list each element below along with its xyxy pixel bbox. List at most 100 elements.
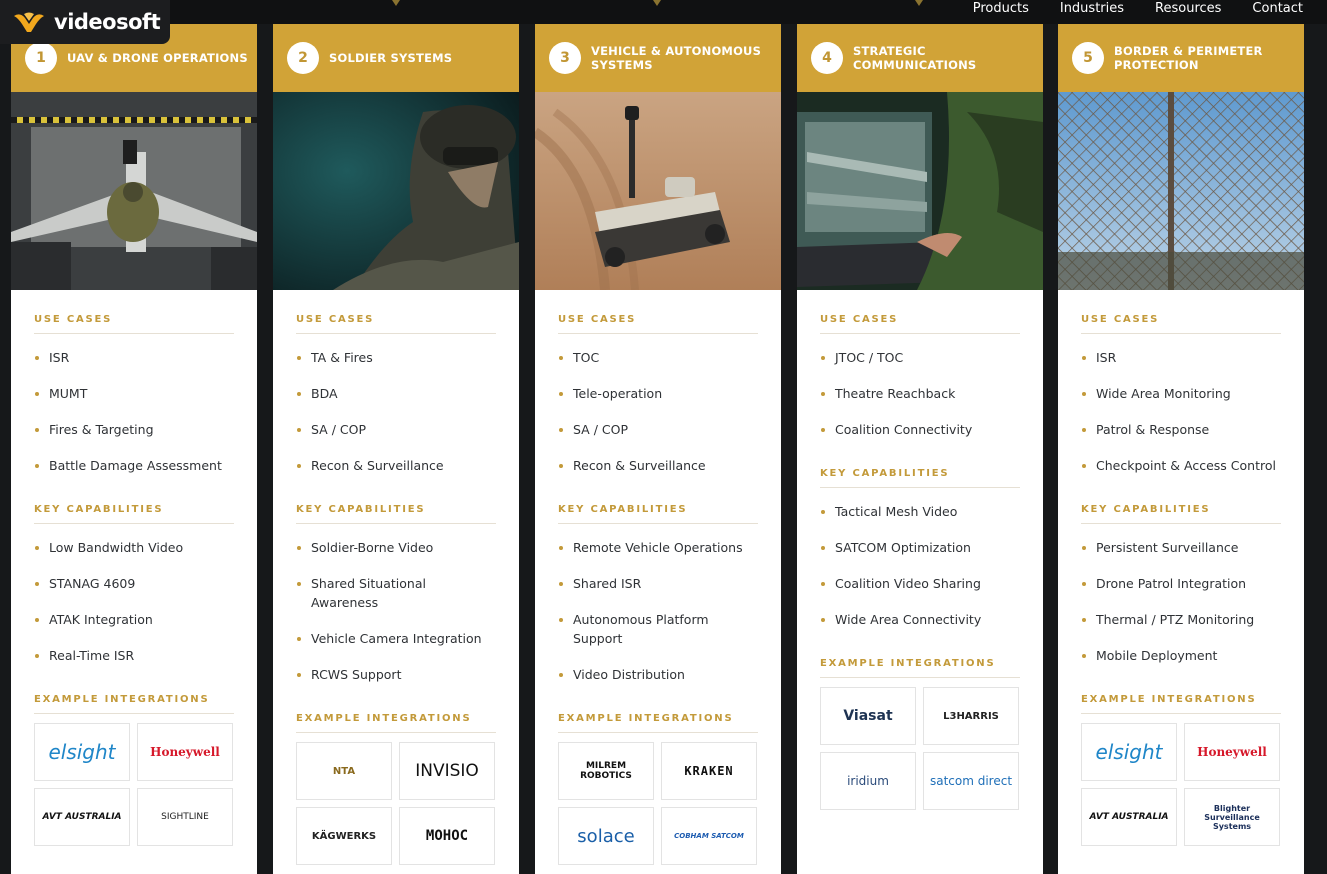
capabilities-list: Tactical Mesh Video SATCOM Optimization … (820, 494, 1020, 638)
column-vehicle-autonomous: 3 Vehicle & Autonomous Systems Use Cases… (535, 24, 781, 874)
soldier-photo (273, 92, 519, 290)
list-item: Patrol & Response (1081, 412, 1281, 448)
list-item: STANAG 4609 (34, 566, 234, 602)
column-number-badge: 1 (25, 42, 57, 74)
list-item: Coalition Connectivity (820, 412, 1020, 448)
section-title-use-cases: Use Cases (558, 314, 758, 334)
column-number-badge: 4 (811, 42, 843, 74)
partner-logo-satcom-direct[interactable]: satcom direct (923, 752, 1019, 810)
section-title-capabilities: Key Capabilities (820, 468, 1020, 488)
column-number-badge: 2 (287, 42, 319, 74)
list-item: Remote Vehicle Operations (558, 530, 758, 566)
list-item: RCWS Support (296, 657, 496, 693)
list-item: Real-Time ISR (34, 638, 234, 674)
section-title-integrations: Example Integrations (34, 694, 234, 714)
section-title-capabilities: Key Capabilities (1081, 504, 1281, 524)
column-title: UAV & Drone Operations (67, 51, 248, 65)
list-item: Mobile Deployment (1081, 638, 1281, 674)
use-cases-list: TOC Tele-operation SA / COP Recon & Surv… (558, 340, 758, 484)
column-header: 2 Soldier Systems (273, 24, 519, 92)
partner-logo-kagwerks[interactable]: KÄGWERKS (296, 807, 392, 865)
integration-logos: elsight Honeywell AVT AUSTRALIA SIGHTLIN… (34, 723, 234, 846)
list-item: Theatre Reachback (820, 376, 1020, 412)
partner-logo-cobham[interactable]: COBHAM SATCOM (661, 807, 757, 865)
partner-logo-avt[interactable]: AVT AUSTRALIA (34, 788, 130, 846)
partner-logo-honeywell[interactable]: Honeywell (137, 723, 233, 781)
list-item: Tele-operation (558, 376, 758, 412)
column-title: Strategic Communications (853, 44, 977, 72)
list-item: ISR (34, 340, 234, 376)
column-number-badge: 5 (1072, 42, 1104, 74)
column-title: Soldier Systems (329, 51, 453, 65)
dropdown-caret-icon (653, 0, 661, 6)
partner-logo-nta[interactable]: NTA (296, 742, 392, 800)
list-item: ATAK Integration (34, 602, 234, 638)
partner-logo-milrem[interactable]: MILREM ROBOTICS (558, 742, 654, 800)
list-item: Fires & Targeting (34, 412, 234, 448)
list-item: TA & Fires (296, 340, 496, 376)
section-title-use-cases: Use Cases (820, 314, 1020, 334)
dropdown-caret-icon (915, 0, 923, 6)
perimeter-fence-photo (1058, 92, 1304, 290)
integration-logos: elsight Honeywell AVT AUSTRALIA Blighter… (1081, 723, 1281, 846)
list-item: Checkpoint & Access Control (1081, 448, 1281, 484)
integration-logos: NTA INVISIO KÄGWERKS MOHOC (296, 742, 496, 865)
capabilities-list: Remote Vehicle Operations Shared ISR Aut… (558, 530, 758, 693)
list-item: Tactical Mesh Video (820, 494, 1020, 530)
nav-contact[interactable]: Contact (1252, 1, 1303, 16)
main-nav: Products Industries Resources Contact (942, 1, 1303, 16)
list-item: Recon & Surveillance (558, 448, 758, 484)
partner-logo-elsight[interactable]: elsight (1081, 723, 1177, 781)
section-title-capabilities: Key Capabilities (296, 504, 496, 524)
column-header: 3 Vehicle & Autonomous Systems (535, 24, 781, 92)
list-item: JTOC / TOC (820, 340, 1020, 376)
list-item: Drone Patrol Integration (1081, 566, 1281, 602)
list-item: Coalition Video Sharing (820, 566, 1020, 602)
list-item: Video Distribution (558, 657, 758, 693)
list-item: SA / COP (558, 412, 758, 448)
column-uav-drone: 1 UAV & Drone Operations Use Cases ISR M… (11, 24, 257, 874)
partner-logo-elsight[interactable]: elsight (34, 723, 130, 781)
partner-logo-mohoc[interactable]: MOHOC (399, 807, 495, 865)
partner-logo-sightline[interactable]: SIGHTLINE (137, 788, 233, 846)
list-item: Shared Situational Awareness (296, 566, 496, 621)
partner-logo-l3harris[interactable]: L3HARRIS (923, 687, 1019, 745)
list-item: SATCOM Optimization (820, 530, 1020, 566)
partner-logo-solace[interactable]: solace (558, 807, 654, 865)
partner-logo-viasat[interactable]: Viasat (820, 687, 916, 745)
partner-logo-invisio[interactable]: INVISIO (399, 742, 495, 800)
column-title: Vehicle & Autonomous Systems (591, 44, 762, 72)
column-border-perimeter: 5 Border & Perimeter Protection Use Case… (1058, 24, 1304, 874)
section-title-integrations: Example Integrations (296, 713, 496, 733)
list-item: Wide Area Monitoring (1081, 376, 1281, 412)
section-title-use-cases: Use Cases (1081, 314, 1281, 334)
nav-products[interactable]: Products (973, 1, 1029, 16)
brand-logo[interactable]: videosoft (0, 0, 170, 44)
list-item: TOC (558, 340, 758, 376)
list-item: SA / COP (296, 412, 496, 448)
partner-logo-blighter[interactable]: Blighter Surveillance Systems (1184, 788, 1280, 846)
videosoft-logo-icon (14, 12, 44, 32)
list-item: Wide Area Connectivity (820, 602, 1020, 638)
use-cases-list: ISR MUMT Fires & Targeting Battle Damage… (34, 340, 234, 484)
list-item: MUMT (34, 376, 234, 412)
section-title-capabilities: Key Capabilities (558, 504, 758, 524)
use-cases-list: TA & Fires BDA SA / COP Recon & Surveill… (296, 340, 496, 484)
column-header: 5 Border & Perimeter Protection (1058, 24, 1304, 92)
section-title-use-cases: Use Cases (34, 314, 234, 334)
nav-industries[interactable]: Industries (1060, 1, 1124, 16)
partner-logo-iridium[interactable]: iridium (820, 752, 916, 810)
partner-logo-honeywell[interactable]: Honeywell (1184, 723, 1280, 781)
column-soldier-systems: 2 Soldier Systems Use Cases TA & Fires B… (273, 24, 519, 874)
section-title-integrations: Example Integrations (1081, 694, 1281, 714)
section-title-integrations: Example Integrations (558, 713, 758, 733)
list-item: Vehicle Camera Integration (296, 621, 496, 657)
column-header: 4 Strategic Communications (797, 24, 1043, 92)
column-title: Border & Perimeter Protection (1114, 44, 1263, 72)
partner-logo-avt[interactable]: AVT AUSTRALIA (1081, 788, 1177, 846)
nav-resources[interactable]: Resources (1155, 1, 1221, 16)
list-item: Recon & Surveillance (296, 448, 496, 484)
ground-robot-photo (535, 92, 781, 290)
list-item: Shared ISR (558, 566, 758, 602)
partner-logo-kraken[interactable]: KRAKEN (661, 742, 757, 800)
